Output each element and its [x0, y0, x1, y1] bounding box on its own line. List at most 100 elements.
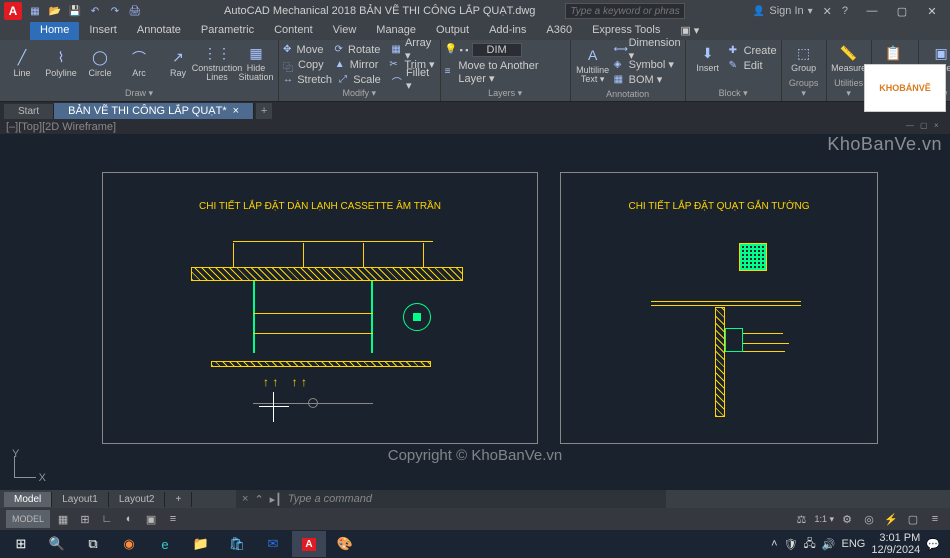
close-tab-icon[interactable]: ×: [233, 105, 239, 117]
ribbon-group-layers: 💡▪ ▪ DIM ≡Move to Another Layer ▾ Layers…: [441, 40, 571, 101]
vp-restore-icon[interactable]: ▢: [920, 121, 930, 131]
tab-insert[interactable]: Insert: [79, 22, 127, 40]
viewport-label[interactable]: [–][Top][2D Wireframe]: [6, 121, 116, 133]
ortho-toggle[interactable]: ∟: [98, 510, 116, 528]
tab-view[interactable]: View: [323, 22, 367, 40]
titlebar: A ▦ 📂 💾 ↶ ↷ 🖨 AutoCAD Mechanical 2018 BẢ…: [0, 0, 950, 22]
tray-volume-icon[interactable]: 🔊: [822, 538, 836, 551]
vp-minimize-icon[interactable]: —: [906, 121, 916, 131]
layout2-tab[interactable]: Layout2: [109, 492, 166, 507]
plot-icon[interactable]: 🖨: [128, 4, 142, 18]
signin-button[interactable]: 👤 Sign In ▾: [753, 5, 813, 17]
tray-shield-icon[interactable]: 🛡: [784, 538, 798, 551]
start-tab[interactable]: Start: [4, 104, 54, 119]
layout1-tab[interactable]: Layout1: [52, 492, 109, 507]
outlook-icon[interactable]: ✉: [256, 531, 290, 557]
cmdline-chevron-icon[interactable]: ⌃: [254, 493, 263, 506]
minimize-button[interactable]: —: [858, 2, 886, 20]
tray-network-icon[interactable]: 🖧: [804, 535, 816, 554]
help-icon[interactable]: ?: [842, 5, 848, 17]
customize-icon[interactable]: ≡: [926, 510, 944, 528]
ceiling-line: [651, 305, 801, 306]
model-tab[interactable]: Model: [4, 492, 52, 507]
copilot-icon[interactable]: ◉: [112, 531, 146, 557]
osnap-toggle[interactable]: ▣: [142, 510, 160, 528]
bom-button[interactable]: ▦BOM ▾: [614, 72, 681, 87]
layout-tabs: Model Layout1 Layout2 + × ⌃ ▸┃ Type a co…: [0, 490, 950, 508]
stretch-button[interactable]: ↔Stretch ⤢Scale ⌒Fillet ▾: [283, 72, 436, 87]
drawing-canvas[interactable]: KhoBanVe.vn CHI TIẾT LẮP ĐẶT DÀN LẠNH CA…: [0, 134, 950, 490]
tab-a360[interactable]: A360: [536, 22, 582, 40]
new-icon[interactable]: ▦: [28, 4, 42, 18]
dimension-button[interactable]: ⟷Dimension ▾: [614, 42, 681, 57]
explorer-icon[interactable]: 📁: [184, 531, 218, 557]
paint-icon[interactable]: 🎨: [328, 531, 362, 557]
vp-close-icon[interactable]: ×: [934, 121, 944, 131]
lineweight-toggle[interactable]: ≡: [164, 510, 182, 528]
measure-button[interactable]: 📏Measure: [831, 42, 867, 74]
copyright-watermark: Copyright © KhoBanVe.vn: [388, 447, 563, 464]
isolate-objects[interactable]: ◎: [860, 510, 878, 528]
search-icon[interactable]: 🔍: [40, 531, 74, 557]
text-button[interactable]: AMultiline Text ▾: [575, 44, 611, 85]
ray-button[interactable]: ↗Ray: [160, 47, 196, 79]
construction-lines-button[interactable]: ⋮⋮Construction Lines: [199, 42, 235, 83]
polar-toggle[interactable]: ◐: [120, 510, 138, 528]
tab-home[interactable]: Home: [30, 22, 79, 40]
edge-icon[interactable]: e: [148, 531, 182, 557]
drawing-frame-left: CHI TIẾT LẮP ĐẶT DÀN LẠNH CASSETTE ÂM TR…: [102, 172, 538, 444]
edit-block-button[interactable]: ✎Edit: [729, 58, 777, 73]
circle-button[interactable]: ◯Circle: [82, 47, 118, 79]
model-paper-toggle[interactable]: MODEL: [6, 510, 50, 528]
new-tab-button[interactable]: +: [256, 103, 272, 119]
line-button[interactable]: ╱Line: [4, 47, 40, 79]
close-cmdline-icon[interactable]: ×: [242, 493, 248, 505]
move-button[interactable]: ✥Move ⟳Rotate ▦Array ▾: [283, 42, 436, 57]
add-layout-button[interactable]: +: [165, 492, 192, 507]
document-tabs: Start BẢN VẼ THI CÔNG LẮP QUẠT*× +: [0, 102, 950, 120]
search-input[interactable]: [565, 3, 685, 19]
start-button[interactable]: ⊞: [4, 531, 38, 557]
clean-screen[interactable]: ▢: [904, 510, 922, 528]
annotation-scale[interactable]: ⚖: [792, 510, 810, 528]
command-line[interactable]: × ⌃ ▸┃ Type a command: [236, 490, 666, 508]
group-button[interactable]: ⬚Group: [786, 42, 822, 74]
hardware-accel[interactable]: ⚡: [882, 510, 900, 528]
undo-icon[interactable]: ↶: [88, 4, 102, 18]
active-file-tab[interactable]: BẢN VẼ THI CÔNG LẮP QUẠT*×: [54, 103, 254, 119]
arc-button[interactable]: ⌒Arc: [121, 47, 157, 79]
redo-icon[interactable]: ↷: [108, 4, 122, 18]
move-to-layer-button[interactable]: ≡Move to Another Layer ▾: [445, 65, 566, 80]
tab-parametric[interactable]: Parametric: [191, 22, 264, 40]
tray-chevron-icon[interactable]: ˄: [771, 538, 777, 550]
snap-toggle[interactable]: ⊞: [76, 510, 94, 528]
autocad-taskbar-icon[interactable]: A: [292, 531, 326, 557]
save-icon[interactable]: 💾: [68, 4, 82, 18]
symbol-button[interactable]: ◈Symbol ▾: [614, 57, 681, 72]
scale-combo[interactable]: 1:1 ▾: [814, 510, 834, 528]
signin-label: Sign In: [769, 5, 803, 17]
hide-situation-button[interactable]: ▦Hide Situation: [238, 42, 274, 83]
crosshair-cursor: [265, 398, 283, 416]
app-menu-button[interactable]: A: [4, 2, 22, 20]
tab-addins[interactable]: Add-ins: [479, 22, 536, 40]
group-label: Annotation: [575, 88, 681, 99]
tab-content[interactable]: Content: [264, 22, 323, 40]
system-clock[interactable]: 3:01 PM 12/9/2024: [871, 532, 920, 556]
notifications-icon[interactable]: 💬: [926, 538, 940, 551]
tray-lang[interactable]: ENG: [842, 538, 866, 550]
task-view-icon[interactable]: ⧉: [76, 531, 110, 557]
close-button[interactable]: ✕: [918, 2, 946, 20]
store-icon[interactable]: 🛍: [220, 531, 254, 557]
create-block-button[interactable]: ✚Create: [729, 43, 777, 58]
layer-combo[interactable]: 💡▪ ▪ DIM: [445, 42, 566, 57]
maximize-button[interactable]: ▢: [888, 2, 916, 20]
grid-toggle[interactable]: ▦: [54, 510, 72, 528]
insert-button[interactable]: ⬇Insert: [690, 42, 726, 74]
exchange-icon[interactable]: ✕: [823, 5, 832, 18]
unit-line: [253, 313, 373, 314]
open-icon[interactable]: 📂: [48, 4, 62, 18]
tab-annotate[interactable]: Annotate: [127, 22, 191, 40]
workspace-toggle[interactable]: ⚙: [838, 510, 856, 528]
polyline-button[interactable]: ⌇Polyline: [43, 47, 79, 79]
